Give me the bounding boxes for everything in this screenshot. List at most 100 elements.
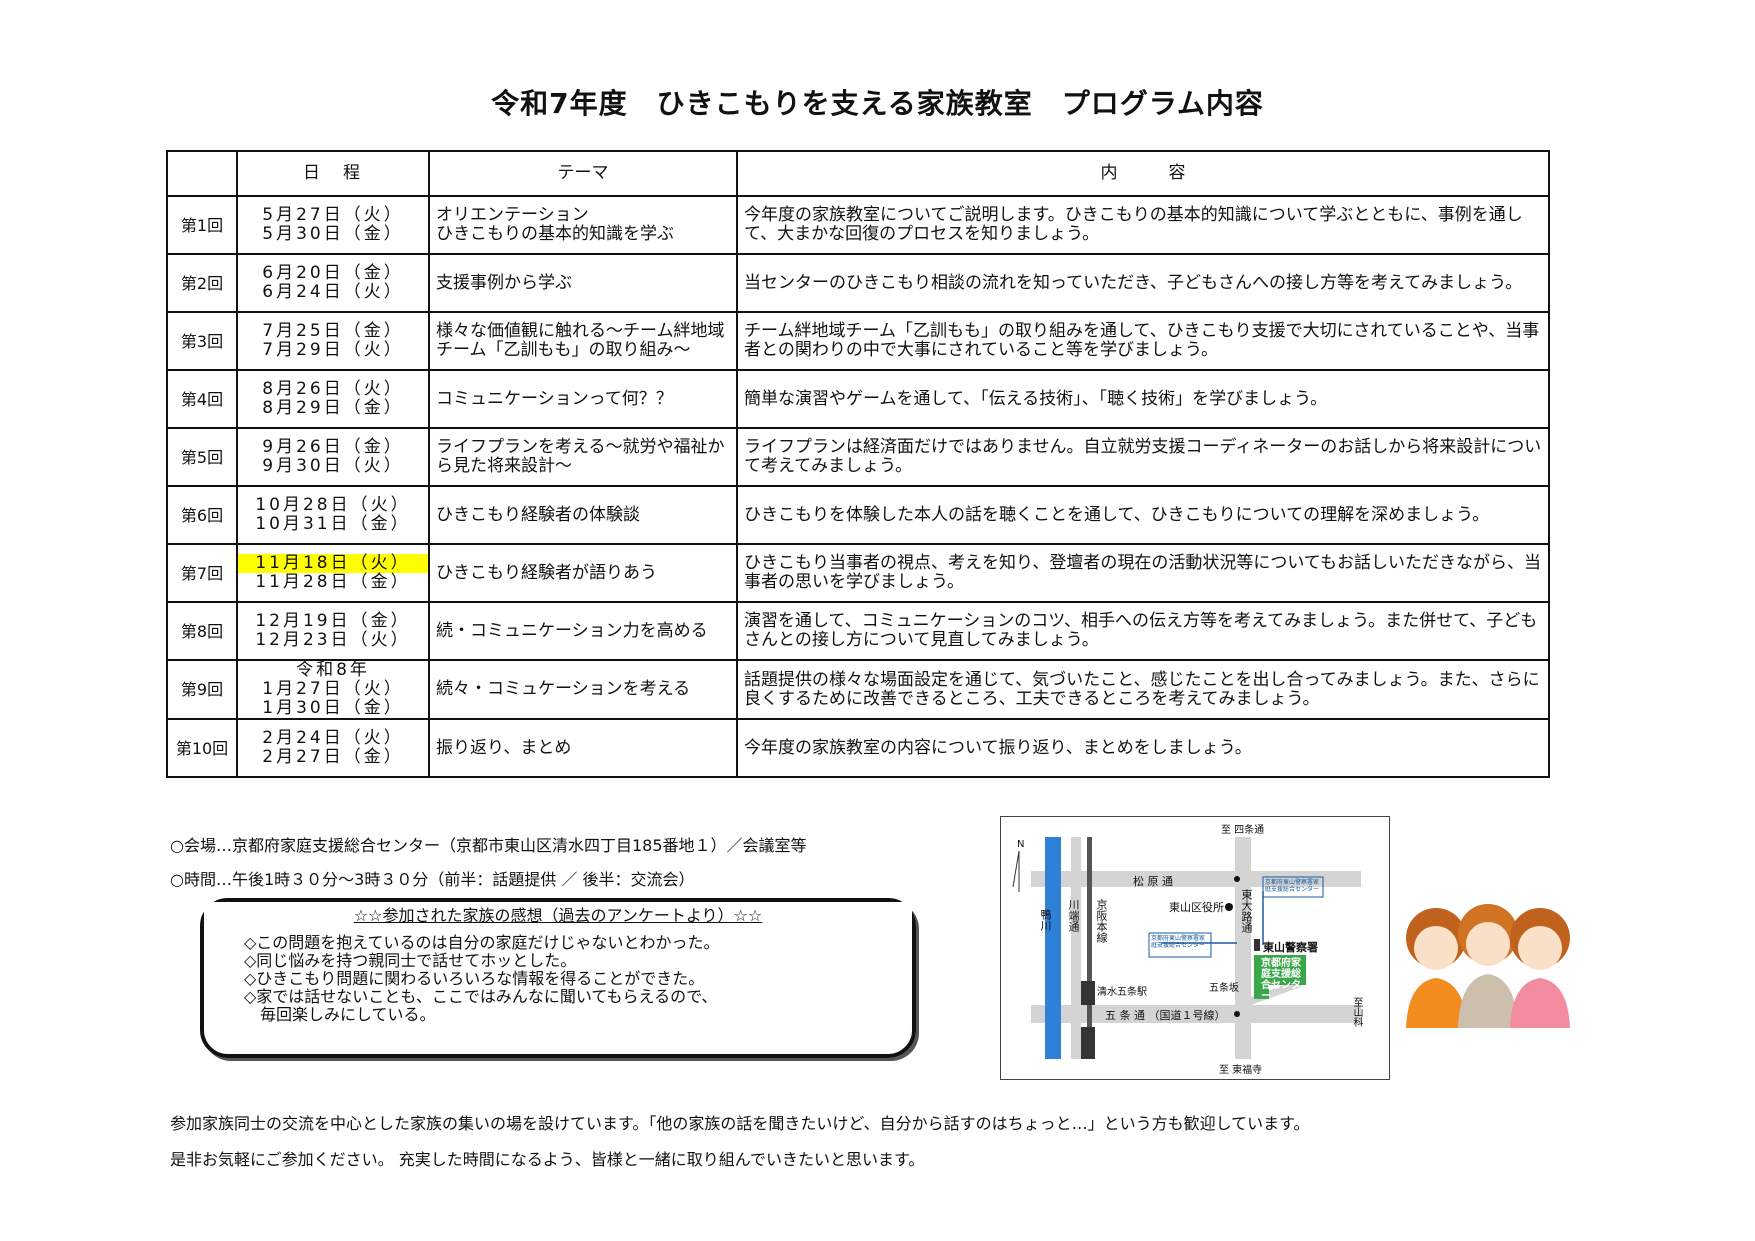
session-date: 5月27日（火） — [262, 205, 404, 225]
session-dates: 11月18日（火） 11月28日（金） — [236, 543, 430, 603]
to-yamashina-label: 至山科 — [1351, 997, 1362, 1027]
session-date: 2月24日（火） — [262, 728, 404, 748]
session-content: 当センターのひきこもり相談の流れを知っていただき、子どもさんへの接し方等を考えて… — [736, 253, 1550, 313]
matsubara-label: 松 原 通 — [1133, 875, 1173, 888]
voice-item: ◇同じ悩みを持つ親同士で話せてホッとした。 — [244, 951, 577, 970]
session-content: ひきこもり当事者の視点、考えを知り、登壇者の現在の活動状況等についてもお話しいた… — [736, 543, 1550, 603]
session-theme: ひきこもり経験者が語りあう — [428, 543, 738, 603]
kawabata-label: 川端通 — [1067, 899, 1080, 932]
map-note-left: 京都府東山警察署家庭支援総合センター — [1151, 935, 1206, 949]
session-date: 1月30日（金） — [262, 698, 404, 718]
session-date: 5月30日（金） — [262, 224, 404, 244]
session-date: 8月26日（火） — [262, 379, 404, 399]
session-date: 10月31日（金） — [255, 514, 411, 534]
gojo-label: 五 条 通 （国道１号線） — [1105, 1009, 1226, 1022]
center-map-label: 京都府家庭支援総合センター — [1261, 958, 1301, 1002]
venue-info: ○会場…京都府家庭支援総合センター（京都市東山区清水四丁目185番地１）／会議室… — [170, 836, 807, 855]
session-number: 第5回 — [166, 427, 238, 487]
session-number: 第6回 — [166, 485, 238, 545]
table-row: 第7回 11月18日（火） 11月28日（金） ひきこもり経験者が語りあう ひきこもり当… — [166, 543, 1550, 603]
session-content: 演習を通して、コミュニケーションのコツ、相手への伝え方等を考えてみましょう。また… — [736, 601, 1550, 661]
session-theme: 支援事例から学ぶ — [428, 253, 738, 313]
session-date: 9月30日（火） — [262, 456, 404, 476]
footer-line-1: 参加家族同士の交流を中心とした家族の集いの場を設けています。「他の家族の話を聞き… — [170, 1114, 1310, 1133]
table-row: 第2回 6月20日（金） 6月24日（火） 支援事例から学ぶ 当センターのひきこもり相談… — [166, 253, 1550, 313]
session-dates: 令和8年 1月27日（火） 1月30日（金） — [236, 659, 430, 720]
table-row: 第5回 9月26日（金） 9月30日（火） ライフプランを考える～就労や福祉から見た将… — [166, 427, 1550, 487]
session-date: 7月25日（金） — [262, 321, 404, 341]
session-content: 今年度の家族教室についてご説明します。ひきこもりの基本的知識について学ぶとともに… — [736, 195, 1550, 255]
voices-list: ◇この問題を抱えているのは自分の家庭だけじゃないとわかった。 ◇同じ悩みを持つ親… — [244, 934, 720, 1024]
session-date: 10月28日（火） — [255, 495, 411, 515]
session-number: 第2回 — [166, 253, 238, 313]
page-title: 令和7年度 ひきこもりを支える家族教室 プログラム内容 — [491, 87, 1264, 120]
session-theme: 振り返り、まとめ — [428, 718, 738, 778]
family-illustration-image — [1406, 904, 1570, 1028]
session-number: 第4回 — [166, 369, 238, 429]
ward-office-label: 東山区役所 — [1169, 901, 1224, 914]
session-dates: 12月19日（金） 12月23日（火） — [236, 601, 430, 661]
session-dates: 10月28日（火） 10月31日（金） — [236, 485, 430, 545]
session-content: ライフプランは経済面だけではありません。自立就労支援コーディネーターのお話しから… — [736, 427, 1550, 487]
session-dates: 7月25日（金） 7月29日（火） — [236, 311, 430, 371]
header-content: 内 容 — [736, 150, 1550, 197]
session-content: ひきこもりを体験した本人の話を聴くことを通して、ひきこもりについての理解を深めま… — [736, 485, 1550, 545]
session-content: 簡単な演習やゲームを通して、「伝える技術」、「聴く技術」を学びましょう。 — [736, 369, 1550, 429]
session-content: チーム絆地域チーム「乙訓もも」の取り組みを通して、ひきこもり支援で大切にされてい… — [736, 311, 1550, 371]
session-date: 11月18日（火） — [238, 554, 428, 573]
table-row: 第4回 8月26日（火） 8月29日（金） コミュニケーションって何？？ 簡単な演習やゲ… — [166, 369, 1550, 429]
session-date: 8月29日（金） — [262, 398, 404, 418]
footer-line-2: 是非お気軽にご参加ください。 充実した時間になるよう、皆様と一緒に取り組んでいき… — [170, 1150, 925, 1169]
table-row: 第8回 12月19日（金） 12月23日（火） 続・コミュニケーション力を高める 演習を… — [166, 601, 1550, 661]
header-date: 日 程 — [236, 150, 430, 197]
session-theme: 続々・コミュケーションを考える — [428, 659, 738, 720]
program-table: 日 程 テーマ 内 容 第1回 5月27日（火） 5月30日（金） オリエンテーション… — [166, 150, 1550, 778]
gojozaka-label: 五条坂 — [1209, 983, 1239, 994]
session-date: 7月29日（火） — [262, 340, 404, 360]
table-header-row: 日 程 テーマ 内 容 — [166, 150, 1550, 197]
session-number: 第1回 — [166, 195, 238, 255]
voices-title: ☆☆参加された家族の感想（過去のアンケートより）☆☆ — [204, 902, 912, 926]
time-info: ○時間…午後1時３０分～3時３０分（前半：話題提供 ／ 後半：交流会） — [170, 870, 695, 889]
higashioji-label: 東大路通 — [1240, 889, 1253, 933]
session-number: 第8回 — [166, 601, 238, 661]
header-session — [166, 150, 238, 197]
session-theme: コミュニケーションって何？？ — [428, 369, 738, 429]
session-dates: 5月27日（火） 5月30日（金） — [236, 195, 430, 255]
session-dates: 9月26日（金） 9月30日（火） — [236, 427, 430, 487]
kiyomizu-gojo-label: 清水五条駅 — [1097, 987, 1147, 998]
table-row: 第10回 2月24日（火） 2月27日（金） 振り返り、まとめ 今年度の家族教室の内容に… — [166, 718, 1550, 778]
to-shijo-label: 至 四条通 — [1221, 825, 1265, 836]
keihan-label: 京阪本線 — [1095, 899, 1108, 943]
session-content: 話題提供の様々な場面設定を通じて、気づいたこと、感じたことを出し合ってみましょう… — [736, 659, 1550, 720]
session-dates: 2月24日（火） 2月27日（金） — [236, 718, 430, 778]
session-date: 9月26日（金） — [262, 437, 404, 457]
participant-voices-box: ☆☆参加された家族の感想（過去のアンケートより）☆☆ ◇この問題を抱えているのは… — [200, 898, 916, 1058]
session-content: 今年度の家族教室の内容について振り返り、まとめをしましょう。 — [736, 718, 1550, 778]
voice-item: ◇ひきこもり問題に関わるいろいろな情報を得ることができた。 — [244, 969, 705, 988]
session-dates: 8月26日（火） 8月29日（金） — [236, 369, 430, 429]
session-theme: 続・コミュニケーション力を高める — [428, 601, 738, 661]
session-dates: 6月20日（金） 6月24日（火） — [236, 253, 430, 313]
session-date: 12月23日（火） — [255, 630, 411, 650]
session-date: 6月24日（火） — [262, 282, 404, 302]
river — [1045, 837, 1061, 1059]
north-label: N — [1017, 839, 1025, 850]
table-row: 第3回 7月25日（金） 7月29日（火） 様々な価値観に触れる～チーム絆地域チーム「… — [166, 311, 1550, 371]
session-number: 第7回 — [166, 543, 238, 603]
session-date: 6月20日（金） — [262, 263, 404, 283]
session-date: 12月19日（金） — [255, 611, 411, 631]
map-note-top: 京都府東山警察署家庭支援総合センター — [1265, 879, 1320, 893]
to-tofukuji-label: 至 東福寺 — [1219, 1065, 1263, 1076]
voice-item: ◇この問題を抱えているのは自分の家庭だけじゃないとわかった。 — [244, 933, 720, 952]
voice-item: ◇家では話せないことも、ここではみんなに聞いてもらえるので、 — [244, 987, 718, 1006]
voice-item: 毎回楽しみにしている。 — [244, 1005, 436, 1024]
session-theme: オリエンテーション ひきこもりの基本的知識を学ぶ — [428, 195, 738, 255]
table-row: 第1回 5月27日（火） 5月30日（金） オリエンテーション ひきこもりの基本的知識… — [166, 195, 1550, 255]
session-date: 1月27日（火） — [262, 679, 404, 699]
access-map: N 至 四条通 至 東福寺 至山科 松 原 通 五 条 通 （国道１号線） 鴨川… — [1000, 816, 1390, 1080]
session-date: 11月28日（金） — [255, 572, 411, 592]
table-row: 第6回 10月28日（火） 10月31日（金） ひきこもり経験者の体験談 ひきこもりを体… — [166, 485, 1550, 545]
header-theme: テーマ — [428, 150, 738, 197]
session-theme: 様々な価値観に触れる～チーム絆地域チーム「乙訓もも」の取り組み～ — [428, 311, 738, 371]
